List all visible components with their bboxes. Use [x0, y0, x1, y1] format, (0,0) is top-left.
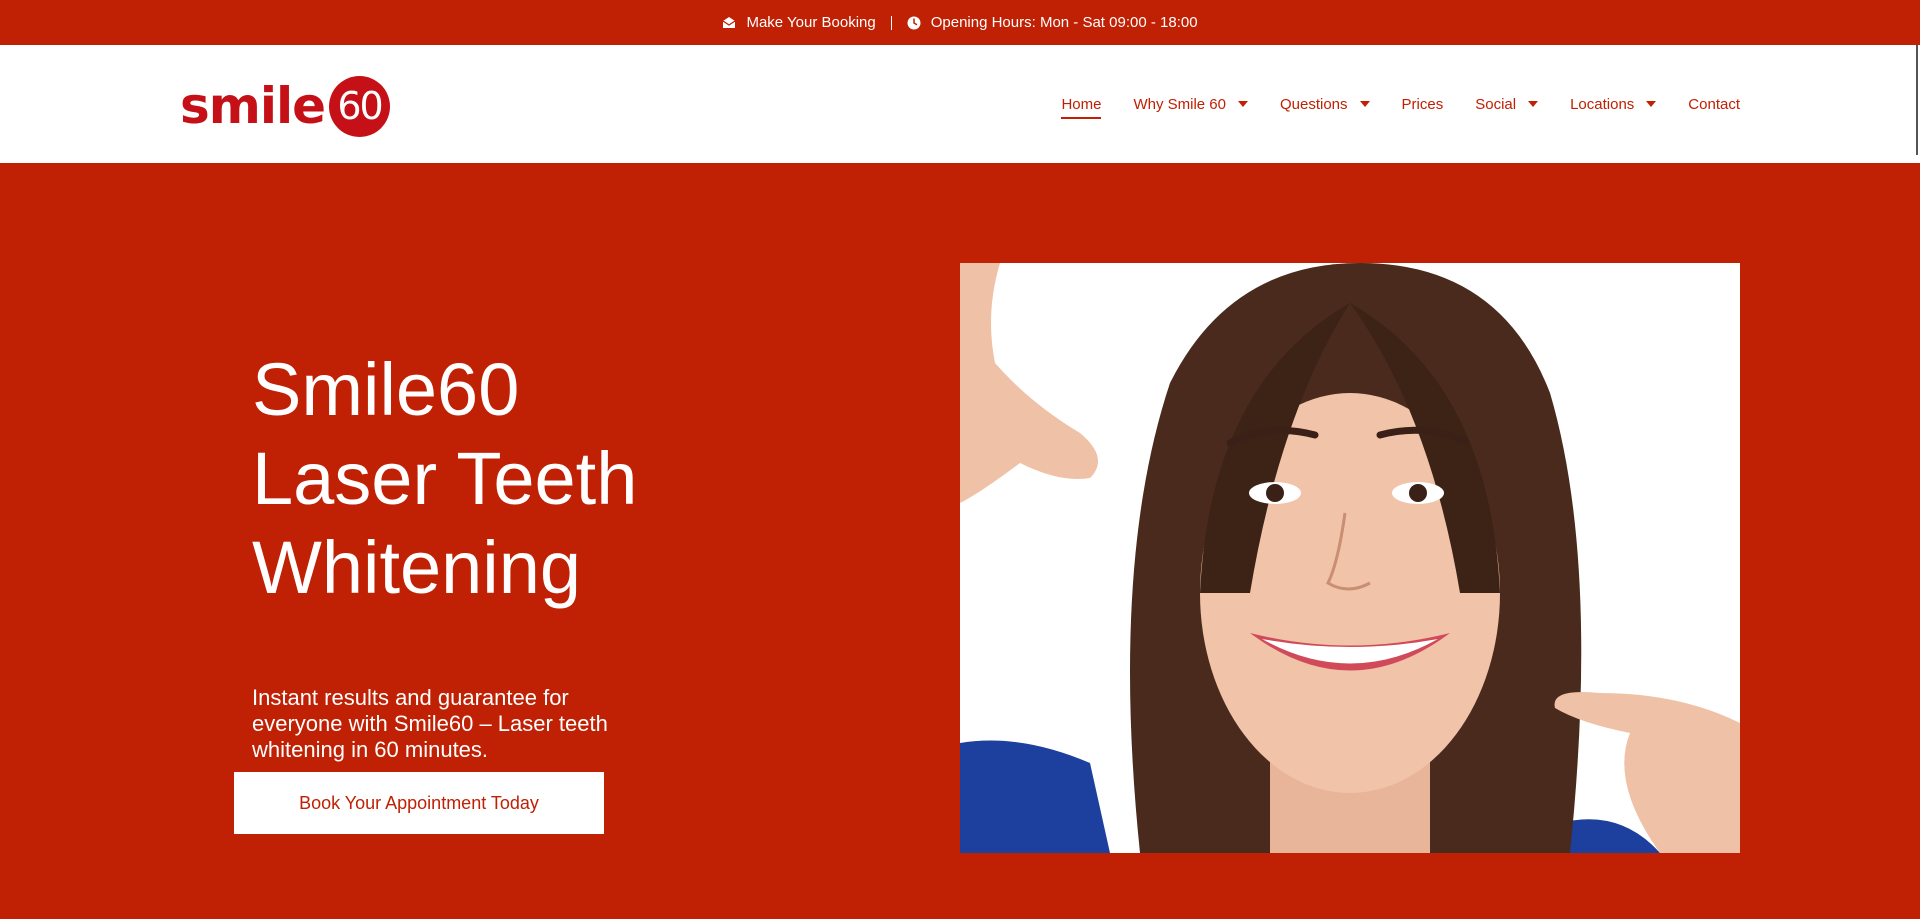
topbar-divider [890, 15, 892, 30]
logo-word: smile [180, 77, 326, 135]
smiling-woman-image [960, 263, 1740, 853]
nav-item-why-smile-60[interactable]: Why Smile 60 [1133, 90, 1248, 119]
hero-title-line: Smile60 [252, 348, 520, 431]
nav-item-locations[interactable]: Locations [1570, 90, 1657, 119]
nav-item-home[interactable]: Home [1061, 90, 1102, 119]
logo-number-circle: 60 [329, 75, 391, 137]
nav-item-label: Prices [1401, 95, 1444, 113]
nav-item-label: Why Smile 60 [1133, 95, 1226, 113]
nav-item-label: Locations [1570, 95, 1635, 113]
nav-item-label: Home [1061, 95, 1102, 113]
nav-item-questions[interactable]: Questions [1280, 90, 1370, 119]
logo-number: 60 [337, 84, 383, 128]
hero-subtitle: Instant results and guarantee for everyo… [252, 685, 608, 762]
nav-item-label: Questions [1279, 95, 1348, 113]
chevron-down-icon [1646, 101, 1657, 107]
page-scrollbar[interactable] [1916, 45, 1918, 155]
nav-item-prices[interactable]: Prices [1402, 90, 1444, 119]
make-booking-label: Make Your Booking [746, 14, 876, 31]
chevron-down-icon [1237, 101, 1248, 107]
smile60-logo[interactable]: smile 60 [180, 75, 391, 137]
hero-title: Smile60 Laser Teeth Whitening [252, 345, 772, 612]
nav-item-label: Contact [1688, 95, 1740, 113]
nav-item-contact[interactable]: Contact [1688, 90, 1740, 119]
chevron-down-icon [1359, 101, 1370, 107]
hero-photo [960, 263, 1740, 853]
nav-item-label: Social [1475, 95, 1517, 113]
hero-title-line: Laser Teeth [252, 437, 638, 520]
clock-icon [907, 16, 921, 29]
hero-title-line: Whitening [252, 526, 582, 609]
main-nav: Home Why Smile 60 Questions Prices Socia… [1061, 45, 1740, 163]
chevron-down-icon [1528, 101, 1539, 107]
opening-hours-label: Opening Hours: Mon - Sat 09:00 - 18:00 [930, 14, 1198, 31]
top-bar: Make Your Booking Opening Hours: Mon - S… [0, 0, 1920, 45]
make-booking-link[interactable]: Make Your Booking [722, 14, 876, 31]
site-header: smile 60 Home Why Smile 60 Questions Pri… [0, 45, 1920, 163]
nav-item-social[interactable]: Social [1475, 90, 1539, 119]
opening-hours-link[interactable]: Opening Hours: Mon - Sat 09:00 - 18:00 [907, 14, 1198, 31]
envelope-icon [723, 17, 736, 28]
book-appointment-button[interactable]: Book Your Appointment Today [234, 772, 604, 834]
